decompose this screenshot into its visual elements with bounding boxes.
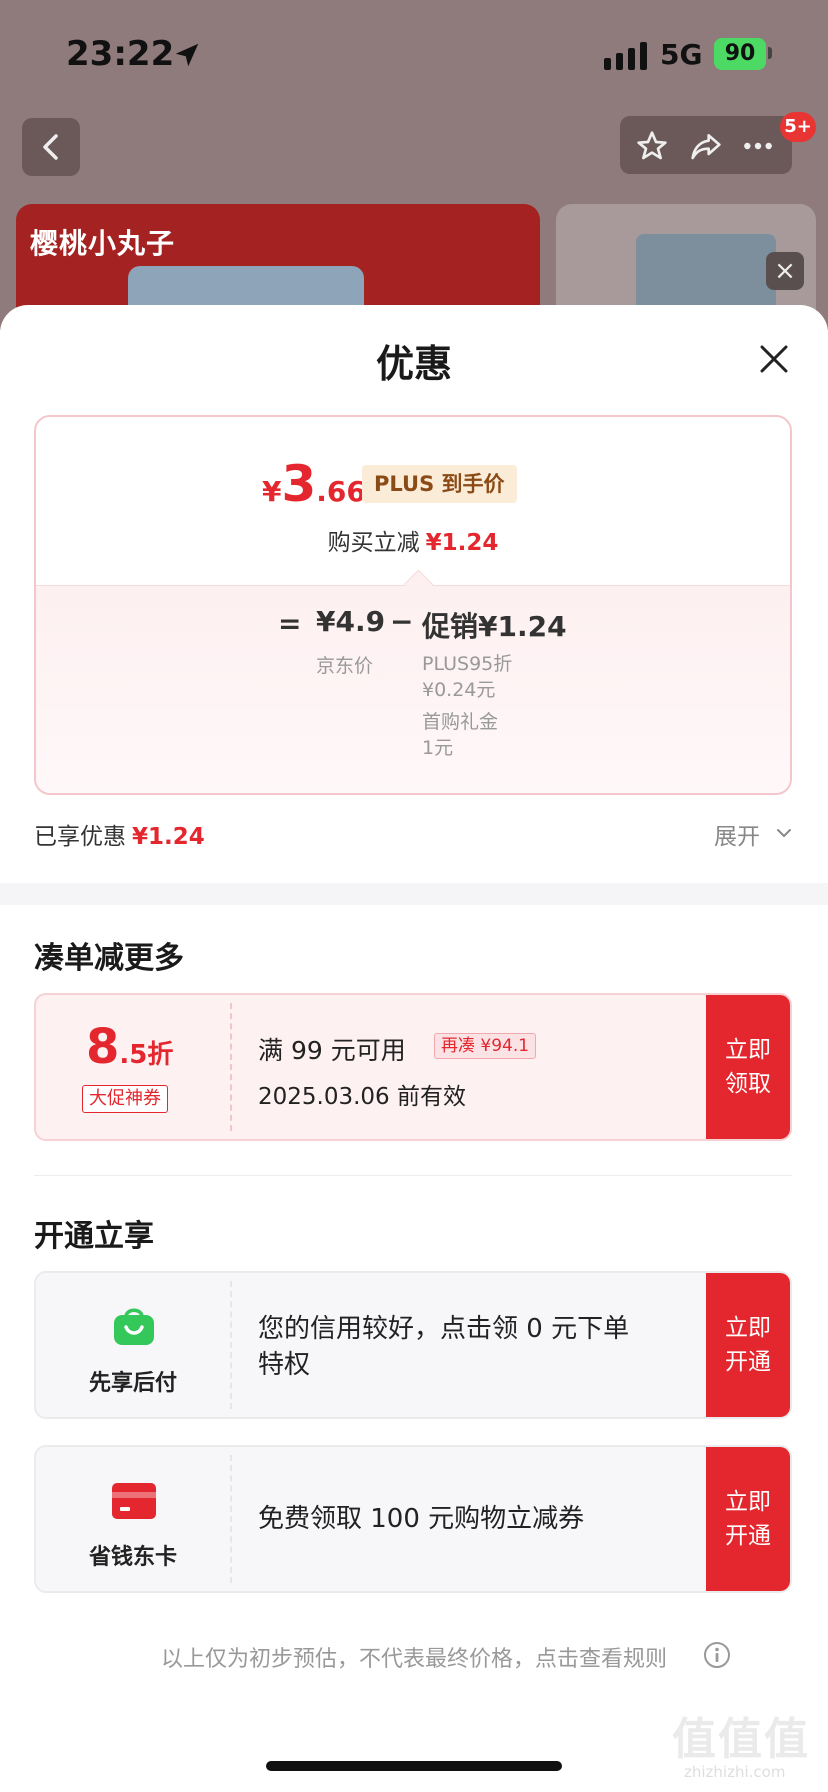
promo-item-value: ¥0.24元 — [422, 679, 496, 701]
battery-indicator: 90 — [714, 38, 766, 70]
service-divider — [230, 1281, 232, 1409]
location-arrow-icon — [175, 43, 199, 67]
claim-coupon-label: 立即 领取 — [725, 1037, 771, 1097]
jd-price: ¥4.9 — [316, 605, 386, 638]
more-icon[interactable] — [742, 130, 774, 162]
network-type: 5G — [660, 38, 703, 71]
add-more-tag: 再凑 ¥94.1 — [434, 1033, 537, 1059]
top-actions — [620, 116, 792, 174]
discount-sheet: 优惠 ¥3.66 PLUS 到手价 购买立减 ¥1.24 = ¥4.9 − 促销¥… — [0, 305, 828, 1792]
sheet-title: 优惠 — [375, 342, 452, 386]
jd-price-label: 京东价 — [316, 655, 374, 677]
expand-button[interactable]: 展开 — [714, 817, 760, 851]
minus-sign: − — [390, 605, 414, 638]
claim-coupon-button[interactable]: 立即 领取 — [706, 995, 790, 1139]
background-page: 23:22 5G 90 5+ 樱桃小丸子 × — [0, 0, 828, 330]
activate-jd-card-button[interactable]: 立即 开通 — [706, 1447, 790, 1591]
card-icon — [112, 1483, 156, 1519]
service-card-jd-card: 省钱东卡 免费领取 100 元购物立减券 立即 开通 — [34, 1445, 792, 1593]
promo-item: PLUS95折 ¥0.24元 — [422, 651, 512, 703]
divider-line — [34, 1175, 792, 1176]
banner-close-button[interactable]: × — [766, 252, 804, 290]
equals-sign: = — [278, 607, 302, 640]
share-icon[interactable] — [690, 130, 722, 162]
price-decimal: .66 — [316, 475, 366, 508]
brand-logo: 樱桃小丸子 — [30, 227, 176, 260]
discount-number: 8 — [86, 1019, 120, 1075]
price-summary: ¥3.66 PLUS 到手价 购买立减 ¥1.24 — [36, 417, 790, 585]
combine-section-title: 凑单减更多 — [34, 941, 184, 976]
watermark-url: zhizhizhi.com — [684, 1763, 786, 1781]
coupon-card: 8.5折 大促神券 满 99 元可用 再凑 ¥94.1 2025.03.06 前… — [34, 993, 792, 1141]
service-divider — [230, 1455, 232, 1583]
close-icon[interactable] — [754, 339, 794, 379]
service-description: 您的信用较好，点击领 0 元下单 特权 — [258, 1311, 629, 1383]
status-time: 23:22 — [66, 34, 175, 74]
coupon-divider — [230, 1003, 232, 1131]
promo-item-value: 1元 — [422, 737, 454, 759]
chevron-down-icon[interactable] — [774, 823, 794, 843]
service-name: 先享后付 — [88, 1371, 177, 1396]
service-description: 免费领取 100 元购物立减券 — [258, 1501, 584, 1537]
back-button[interactable] — [22, 118, 80, 176]
section-divider — [0, 883, 828, 905]
instant-discount: 购买立减 ¥1.24 — [36, 523, 790, 557]
service-description-line: 您的信用较好，点击领 0 元下单 — [258, 1314, 630, 1344]
promo-item-name: PLUS95折 — [422, 653, 513, 675]
enjoyed-value: ¥1.24 — [132, 824, 205, 850]
plus-price-tag: PLUS 到手价 — [362, 465, 517, 503]
service-name: 省钱东卡 — [88, 1545, 177, 1570]
activate-section-title: 开通立享 — [34, 1219, 154, 1254]
status-bar: 23:22 5G 90 — [0, 0, 828, 100]
promo-item: 首购礼金 1元 — [422, 709, 498, 761]
service-description-line: 免费领取 100 元购物立减券 — [258, 1504, 585, 1534]
activate-label: 立即 开通 — [725, 1489, 771, 1549]
notification-badge: 5+ — [780, 112, 816, 142]
promo-amount: 促销¥1.24 — [422, 610, 567, 643]
activate-label: 立即 开通 — [725, 1315, 771, 1375]
currency-symbol: ¥ — [262, 475, 282, 508]
watermark-logo: 值值值 — [672, 1714, 810, 1765]
promo-item-name: 首购礼金 — [422, 711, 499, 733]
info-icon[interactable] — [703, 1641, 731, 1669]
instant-value: ¥1.24 — [425, 530, 499, 556]
discount-unit: .5折 — [119, 1040, 174, 1070]
shopping-bag-icon — [114, 1308, 154, 1345]
price-integer: 3 — [281, 455, 317, 513]
service-description-line: 特权 — [258, 1350, 311, 1380]
instant-label: 购买立减 — [327, 530, 420, 556]
activate-pay-later-button[interactable]: 立即 开通 — [706, 1273, 790, 1417]
enjoyed-discount: 已享优惠 ¥1.24 — [34, 817, 205, 851]
home-indicator — [266, 1761, 562, 1771]
disclaimer-text: 以上仅为初步预估，不代表最终价格，点击查看规则 — [160, 1647, 667, 1672]
enjoyed-label: 已享优惠 — [34, 824, 126, 850]
coupon-discount: 8.5折 — [86, 1019, 173, 1075]
chevron-left-icon — [43, 134, 58, 160]
coupon-condition: 满 99 元可用 — [258, 1036, 406, 1065]
final-price: ¥3.66 — [262, 455, 366, 513]
coupon-expiry: 2025.03.06 前有效 — [258, 1084, 466, 1110]
service-card-pay-later: 先享后付 您的信用较好，点击领 0 元下单 特权 立即 开通 — [34, 1271, 792, 1419]
coupon-type-tag: 大促神券 — [82, 1085, 168, 1113]
star-icon[interactable] — [636, 130, 668, 162]
battery-cap — [768, 47, 772, 59]
signal-icon — [604, 42, 647, 70]
price-card: ¥3.66 PLUS 到手价 购买立减 ¥1.24 = ¥4.9 − 促销¥1.2… — [34, 415, 792, 795]
